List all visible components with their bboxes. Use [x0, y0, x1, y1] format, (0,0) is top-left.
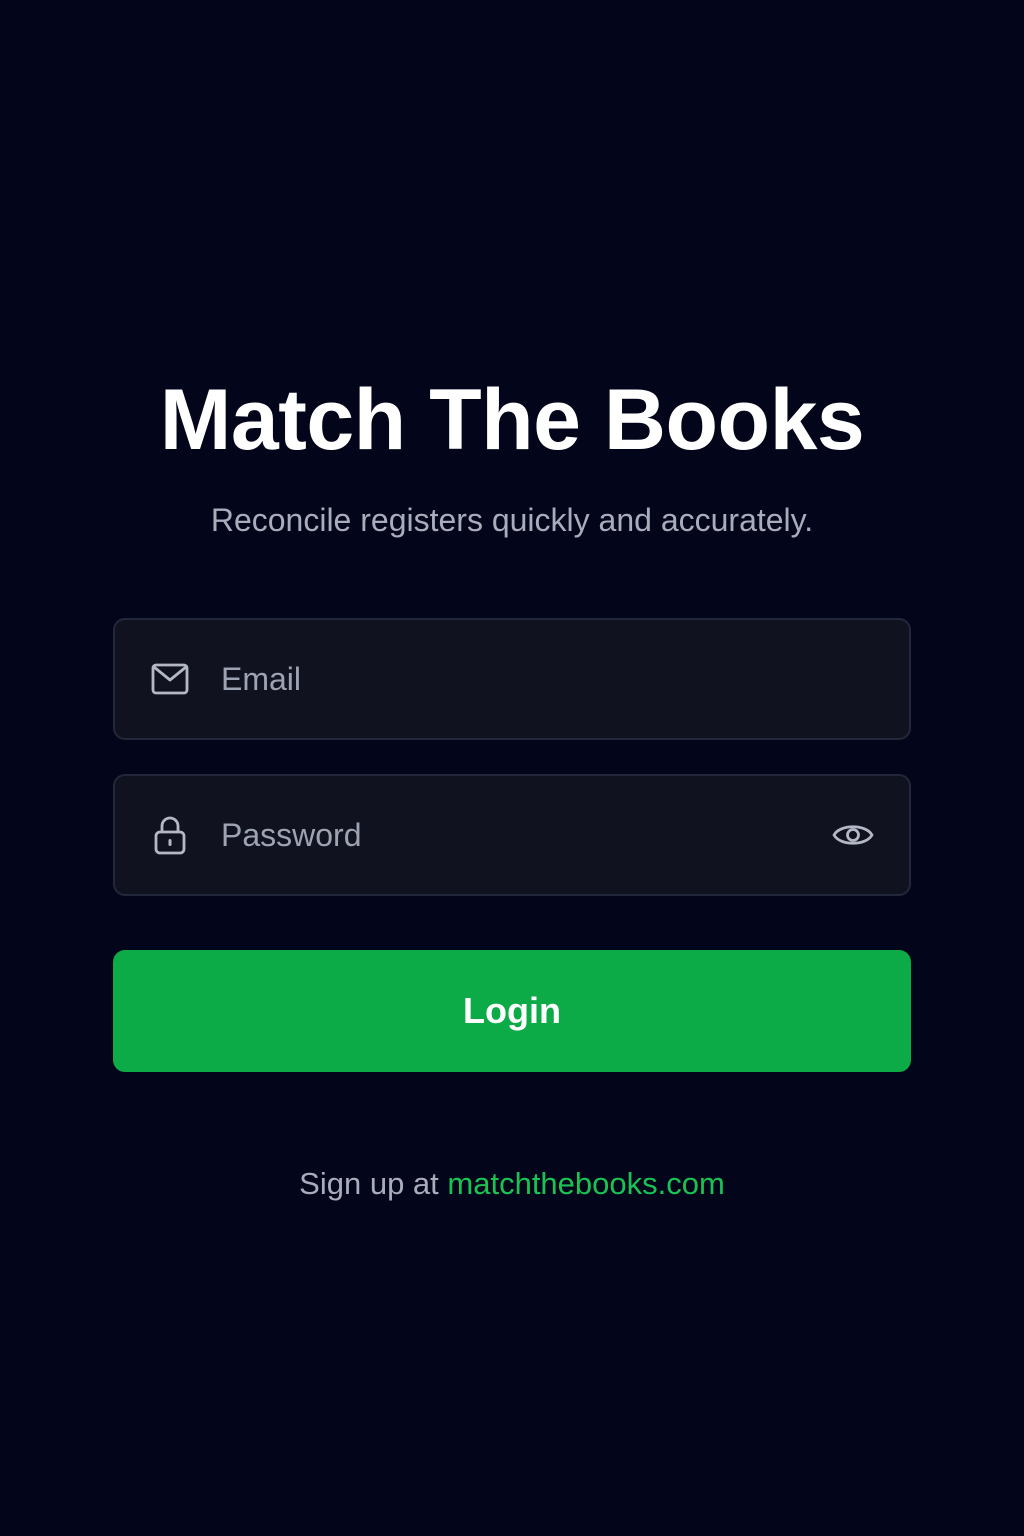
signup-text: Sign up at matchthebooks.com: [0, 1164, 1024, 1204]
mail-icon: [151, 660, 189, 698]
signup-link[interactable]: matchthebooks.com: [447, 1166, 724, 1201]
app-subtitle: Reconcile registers quickly and accurate…: [210, 502, 814, 538]
login-button[interactable]: Login: [113, 950, 911, 1072]
eye-icon[interactable]: [831, 813, 875, 857]
password-field[interactable]: [113, 774, 911, 896]
email-field[interactable]: [113, 618, 911, 740]
email-input[interactable]: [221, 620, 821, 738]
app-title: Match The Books: [159, 372, 865, 468]
lock-icon: [151, 816, 189, 855]
signup-prefix: Sign up at: [299, 1166, 439, 1201]
password-input[interactable]: [221, 776, 821, 894]
